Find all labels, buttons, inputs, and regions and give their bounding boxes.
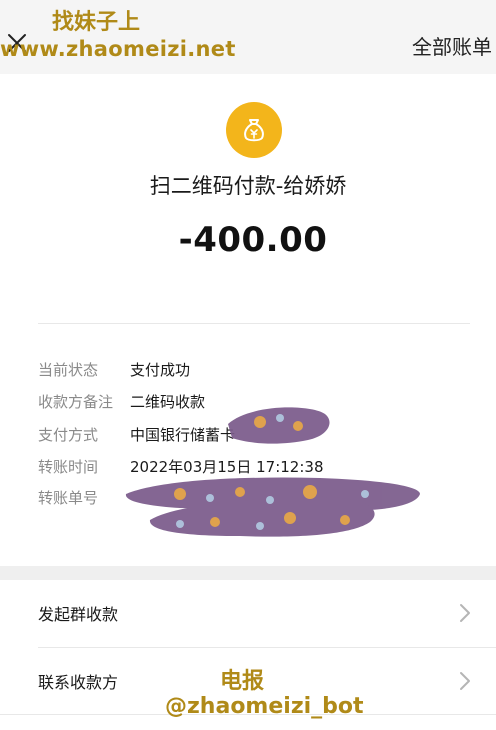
amount: -400.00 (178, 220, 328, 260)
detail-label: 转账单号 (38, 489, 99, 507)
money-bag-icon (244, 119, 264, 142)
detail-value: 支付成功 (130, 361, 191, 379)
detail-label: 转账时间 (38, 458, 99, 476)
detail-label: 收款方备注 (38, 393, 114, 411)
detail-label: 支付方式 (38, 426, 99, 444)
transaction-icon (226, 102, 282, 158)
top-bar: 全部账单 找妹子上 www.zhaomeizi.net (0, 0, 496, 74)
detail-label: 当前状态 (38, 361, 99, 379)
watermark-title: 找妹子上 (52, 10, 141, 35)
chevron-right-icon (460, 672, 470, 690)
detail-row-order-number: 转账单号 (38, 487, 130, 507)
redaction-mark (125, 407, 421, 537)
menu-label: 联系收款方 (38, 673, 119, 692)
watermark-handle: @zhaomeizi_bot (165, 694, 364, 719)
detail-row-status: 当前状态 支付成功 (38, 359, 190, 379)
section-separator (0, 566, 496, 580)
payee-title: 扫二维码付款-给娇娇 (149, 174, 347, 198)
chevron-right-icon (460, 604, 470, 622)
watermark-url: www.zhaomeizi.net (0, 37, 236, 61)
start-group-collection-row[interactable]: 发起群收款 (0, 580, 496, 646)
divider (38, 323, 470, 324)
all-bills-link[interactable]: 全部账单 (412, 31, 492, 60)
watermark-telegram: 电报 (220, 669, 265, 694)
menu-label: 发起群收款 (38, 605, 119, 624)
